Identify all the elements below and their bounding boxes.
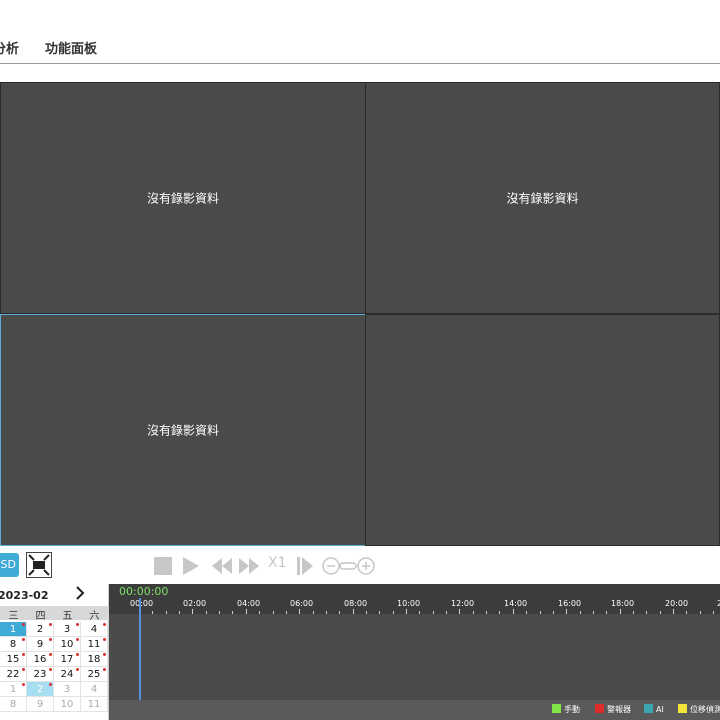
weekday-label: 四 <box>35 611 46 622</box>
timeline-ruler[interactable]: 00:00:00 00:00 02:00 04:00 06:00 08:00 1… <box>109 584 720 614</box>
tick-label: 10:00 <box>397 599 421 608</box>
calendar-day[interactable]: 23 <box>27 667 54 682</box>
calendar-month: 2023-02 <box>0 589 49 602</box>
tick-label: 08:00 <box>344 599 368 608</box>
tick-label: 02:00 <box>183 599 207 608</box>
current-time: 00:00:00 <box>119 585 169 598</box>
calendar-day[interactable]: 10 <box>54 637 81 652</box>
calendar-day[interactable]: 18 <box>81 652 108 667</box>
calendar-day[interactable]: 3 <box>54 622 81 637</box>
calendar-weekdays: 三 四 五 六 <box>0 606 109 622</box>
legend-swatch <box>552 704 561 713</box>
playback-toolbar: OSD X1 <box>0 546 720 583</box>
legend-alarm: 警報器 <box>595 704 631 715</box>
fullscreen-icon <box>28 554 50 576</box>
calendar-day[interactable]: 25 <box>81 667 108 682</box>
weekday-label: 五 <box>62 611 73 622</box>
no-record-text: 沒有錄影資料 <box>506 191 579 206</box>
calendar-day[interactable]: 2 <box>27 622 54 637</box>
speed-label: X1 <box>268 555 287 571</box>
video-cell-3[interactable]: 沒有錄影資料 <box>0 314 366 546</box>
calendar-day[interactable]: 8 <box>0 637 27 652</box>
calendar-day[interactable]: 15 <box>0 652 27 667</box>
calendar-day[interactable]: 2 <box>27 682 54 697</box>
fullscreen-button[interactable] <box>26 552 52 578</box>
fast-forward-icon[interactable] <box>238 556 260 576</box>
legend-swatch <box>595 704 604 713</box>
calendar-day[interactable]: 22 <box>0 667 27 682</box>
legend-manual: 手動 <box>552 704 580 715</box>
playback-timeline[interactable]: 00:00:00 00:00 02:00 04:00 06:00 08:00 1… <box>109 584 720 720</box>
playhead[interactable] <box>139 598 141 700</box>
calendar-day[interactable]: 1 <box>0 622 27 637</box>
legend-motion: 位移偵測 <box>678 704 720 715</box>
no-record-text: 沒有錄影資料 <box>146 423 219 438</box>
legend-swatch <box>678 704 687 713</box>
tab-analysis[interactable]: 分析 <box>0 38 19 57</box>
tick-label: 16:00 <box>558 599 582 608</box>
weekday-label: 三 <box>8 611 19 622</box>
tick-label: 06:00 <box>290 599 314 608</box>
calendar-day[interactable]: 3 <box>54 682 81 697</box>
calendar-day[interactable]: 11 <box>81 697 108 712</box>
calendar-day[interactable]: 8 <box>0 697 27 712</box>
calendar-day[interactable]: 1 <box>0 682 27 697</box>
tick-label: 14:00 <box>504 599 528 608</box>
calendar-day[interactable]: 4 <box>81 622 108 637</box>
nav-divider <box>0 63 720 64</box>
no-record-text: 沒有錄影資料 <box>146 191 219 206</box>
legend-ai: AI <box>644 704 664 714</box>
tab-function-panel[interactable]: 功能面板 <box>45 38 97 57</box>
osd-button[interactable]: OSD <box>0 553 19 577</box>
calendar-header: 2023-02 <box>0 584 109 606</box>
video-cell-2[interactable]: 沒有錄影資料 <box>365 82 720 314</box>
video-cell-1[interactable]: 沒有錄影資料 <box>0 82 366 314</box>
date-calendar: 2023-02 三 四 五 六 1 2 3 4 8 9 10 11 15 16 … <box>0 584 109 720</box>
calendar-day[interactable]: 10 <box>54 697 81 712</box>
zoom-slider[interactable] <box>322 556 376 576</box>
top-nav: 分析 功能面板 <box>0 0 720 64</box>
calendar-day[interactable]: 17 <box>54 652 81 667</box>
calendar-day[interactable]: 9 <box>27 637 54 652</box>
video-cell-4[interactable] <box>365 314 720 546</box>
tick-label: 18:00 <box>611 599 635 608</box>
tick-label: 12:00 <box>451 599 475 608</box>
tick-label: 04:00 <box>237 599 261 608</box>
step-forward-icon[interactable] <box>296 556 314 576</box>
rewind-icon[interactable] <box>211 556 233 576</box>
calendar-day[interactable]: 24 <box>54 667 81 682</box>
weekday-label: 六 <box>89 611 100 622</box>
legend-swatch <box>644 704 653 713</box>
calendar-day[interactable]: 4 <box>81 682 108 697</box>
play-icon[interactable] <box>182 556 200 576</box>
calendar-day[interactable]: 11 <box>81 637 108 652</box>
calendar-day[interactable]: 16 <box>27 652 54 667</box>
timeline-track[interactable] <box>109 614 720 698</box>
tick-label: 20:00 <box>665 599 689 608</box>
event-legend: 手動 警報器 AI 位移偵測 <box>109 700 720 720</box>
calendar-day[interactable]: 9 <box>27 697 54 712</box>
next-month-icon[interactable] <box>75 586 85 600</box>
video-grid: 沒有錄影資料 沒有錄影資料 沒有錄影資料 <box>0 82 720 546</box>
tick-label: 00:00 <box>130 599 154 608</box>
stop-icon[interactable] <box>153 556 173 576</box>
